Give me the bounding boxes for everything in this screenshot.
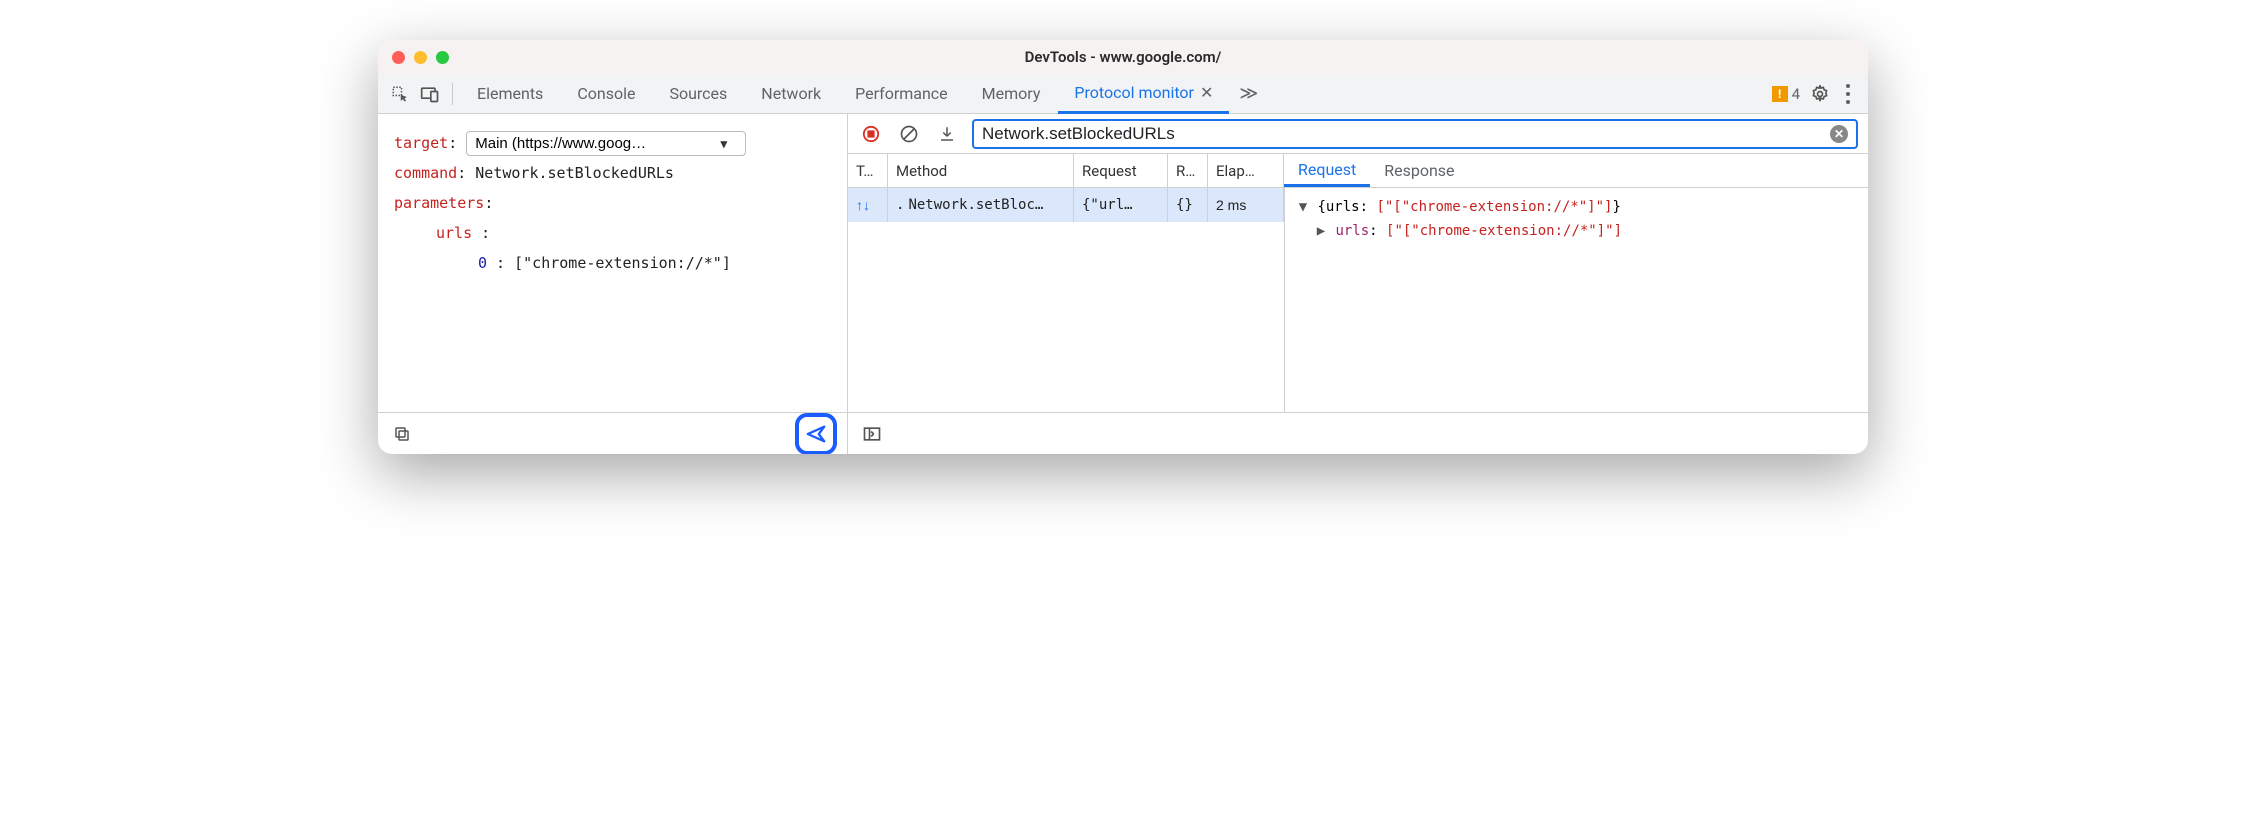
- caret-down-icon[interactable]: ▼: [1297, 196, 1309, 220]
- close-window-button[interactable]: [392, 51, 405, 64]
- download-icon[interactable]: [934, 121, 960, 147]
- row-request: {"url…: [1074, 188, 1168, 222]
- command-value[interactable]: Network.setBlockedURLs: [475, 164, 674, 182]
- kebab-menu-icon[interactable]: [1836, 76, 1860, 112]
- settings-icon[interactable]: [1806, 80, 1834, 108]
- record-icon[interactable]: [858, 121, 884, 147]
- tab-performance[interactable]: Performance: [839, 74, 964, 113]
- inspect-element-icon[interactable]: [386, 80, 414, 108]
- command-editor-pane: target: Main (https://www.goog… ▼ comman…: [378, 114, 848, 454]
- minimize-window-button[interactable]: [414, 51, 427, 64]
- url-value[interactable]: ["chrome-extension://*"]: [514, 254, 731, 272]
- target-select[interactable]: Main (https://www.goog…: [466, 131, 746, 156]
- protocol-log-pane: ✕ T… Method Request R… Elap… Request Res…: [848, 114, 1868, 454]
- row-elapsed: 2 ms: [1208, 188, 1284, 222]
- detail-tab-response[interactable]: Response: [1370, 154, 1468, 187]
- copy-icon[interactable]: [388, 420, 416, 448]
- col-method[interactable]: Method: [888, 154, 1074, 187]
- window-title: DevTools - www.google.com/: [378, 48, 1868, 66]
- col-response[interactable]: R…: [1168, 154, 1208, 187]
- parameters-label: parameters: [394, 194, 484, 212]
- url-index: 0: [478, 254, 487, 272]
- maximize-window-button[interactable]: [436, 51, 449, 64]
- warning-icon: !: [1772, 86, 1788, 102]
- window-controls: [392, 51, 449, 64]
- detail-tab-request[interactable]: Request: [1284, 154, 1370, 187]
- devtools-window: DevTools - www.google.com/ Elements Cons…: [378, 40, 1868, 454]
- clear-icon[interactable]: [896, 121, 922, 147]
- more-tabs-icon[interactable]: ≫: [1231, 83, 1266, 104]
- titlebar: DevTools - www.google.com/: [378, 40, 1868, 74]
- table-row[interactable]: ↑↓ .Network.setBloc… {"url… {} 2 ms: [848, 188, 1284, 222]
- log-table-header: T… Method Request R… Elap… Request Respo…: [848, 154, 1868, 188]
- col-elapsed[interactable]: Elap…: [1208, 154, 1284, 187]
- urls-param-label: urls: [436, 224, 472, 242]
- tab-memory[interactable]: Memory: [966, 74, 1057, 113]
- tab-protocol-monitor[interactable]: Protocol monitor ✕: [1058, 75, 1229, 114]
- row-method: Network.setBloc…: [908, 197, 1043, 213]
- collapse-sidebar-icon[interactable]: [858, 420, 886, 448]
- separator: [452, 83, 453, 105]
- detail-tabs: Request Response: [1284, 154, 1868, 187]
- detail-line-urls[interactable]: ▶ urls: ["["chrome-extension://*"]"]: [1297, 220, 1856, 244]
- warning-count: 4: [1792, 85, 1800, 103]
- warnings-badge[interactable]: ! 4: [1768, 85, 1804, 103]
- tab-label: Protocol monitor: [1074, 83, 1194, 102]
- caret-right-icon[interactable]: ▶: [1315, 220, 1327, 244]
- send-receive-icon: ↑↓: [856, 197, 870, 214]
- filter-input[interactable]: [982, 124, 1830, 144]
- col-type[interactable]: T…: [848, 154, 888, 187]
- close-tab-icon[interactable]: ✕: [1200, 83, 1213, 102]
- device-toolbar-icon[interactable]: [416, 80, 444, 108]
- log-footer: [848, 412, 1868, 454]
- tab-console[interactable]: Console: [561, 74, 651, 113]
- tab-elements[interactable]: Elements: [461, 74, 559, 113]
- row-response: {}: [1168, 188, 1208, 222]
- tab-network[interactable]: Network: [745, 74, 837, 113]
- command-label: command: [394, 164, 457, 182]
- clear-filter-icon[interactable]: ✕: [1830, 125, 1848, 143]
- col-request[interactable]: Request: [1074, 154, 1168, 187]
- target-label: target: [394, 134, 448, 152]
- devtools-tabbar: Elements Console Sources Network Perform…: [378, 74, 1868, 114]
- send-command-button[interactable]: [795, 413, 837, 455]
- tab-sources[interactable]: Sources: [653, 74, 743, 113]
- protocol-toolbar: ✕: [848, 114, 1868, 154]
- editor-footer: [378, 412, 847, 454]
- request-detail-pane: ▼ {urls: ["["chrome-extension://*"]"]} ▶…: [1284, 188, 1868, 412]
- filter-box[interactable]: ✕: [972, 119, 1858, 149]
- detail-line-root[interactable]: ▼ {urls: ["["chrome-extension://*"]"]}: [1297, 196, 1856, 220]
